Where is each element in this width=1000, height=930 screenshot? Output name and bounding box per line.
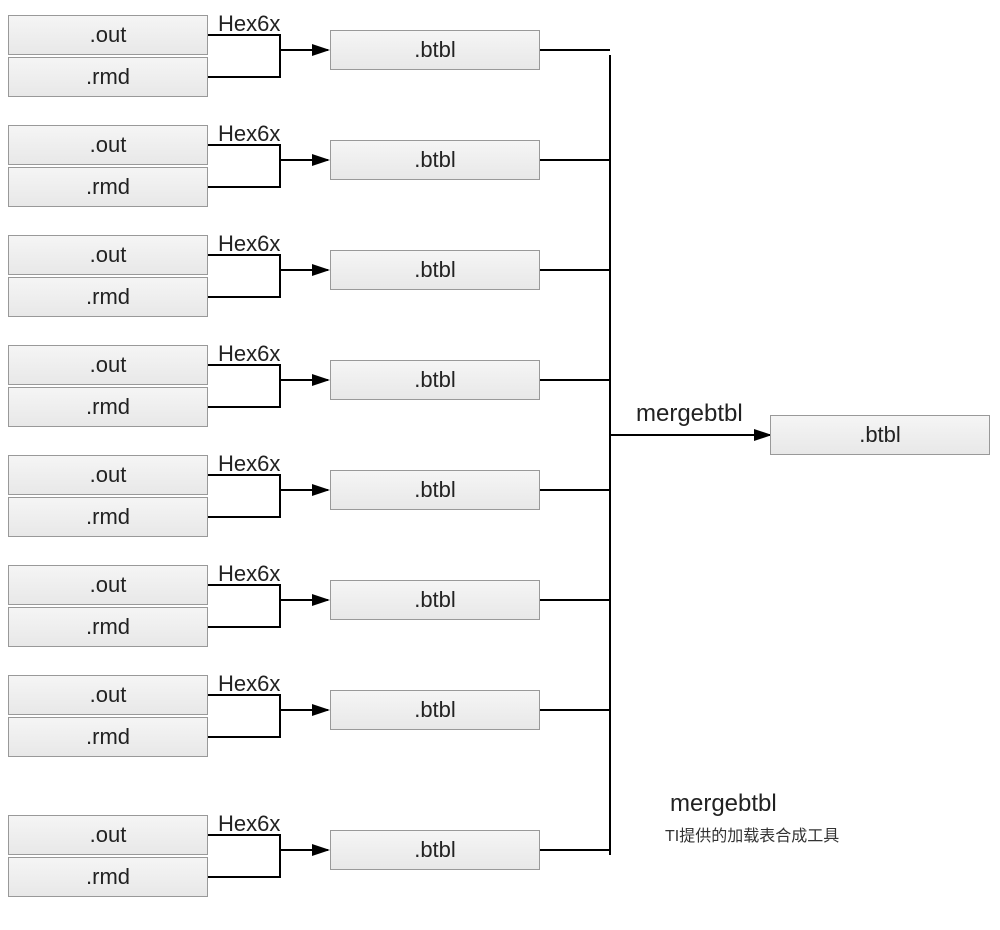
- hex6x-label: Hex6x: [218, 811, 280, 837]
- legend-title: mergebtbl: [670, 790, 777, 818]
- hex6x-label: Hex6x: [218, 231, 280, 257]
- btbl-intermediate-box: .btbl: [330, 140, 540, 180]
- out-file-box: .out: [8, 455, 208, 495]
- out-file-box: .out: [8, 675, 208, 715]
- btbl-intermediate-box: .btbl: [330, 580, 540, 620]
- out-file-box: .out: [8, 565, 208, 605]
- rmd-file-box: .rmd: [8, 607, 208, 647]
- hex6x-label: Hex6x: [218, 121, 280, 147]
- flow-diagram: .out.rmdHex6x.btbl.out.rmdHex6x.btbl.out…: [0, 0, 1000, 930]
- rmd-file-box: .rmd: [8, 277, 208, 317]
- rmd-file-box: .rmd: [8, 717, 208, 757]
- out-file-box: .out: [8, 235, 208, 275]
- legend-subtitle: TI提供的加载表合成工具: [665, 822, 839, 846]
- out-file-box: .out: [8, 125, 208, 165]
- btbl-intermediate-box: .btbl: [330, 360, 540, 400]
- btbl-intermediate-box: .btbl: [330, 690, 540, 730]
- rmd-file-box: .rmd: [8, 167, 208, 207]
- rmd-file-box: .rmd: [8, 857, 208, 897]
- final-btbl-box: .btbl: [770, 415, 990, 455]
- hex6x-label: Hex6x: [218, 341, 280, 367]
- hex6x-label: Hex6x: [218, 561, 280, 587]
- btbl-intermediate-box: .btbl: [330, 30, 540, 70]
- out-file-box: .out: [8, 15, 208, 55]
- out-file-box: .out: [8, 815, 208, 855]
- btbl-intermediate-box: .btbl: [330, 830, 540, 870]
- btbl-intermediate-box: .btbl: [330, 470, 540, 510]
- hex6x-label: Hex6x: [218, 11, 280, 37]
- hex6x-label: Hex6x: [218, 451, 280, 477]
- rmd-file-box: .rmd: [8, 57, 208, 97]
- merge-label: mergebtbl: [636, 400, 743, 428]
- rmd-file-box: .rmd: [8, 497, 208, 537]
- hex6x-label: Hex6x: [218, 671, 280, 697]
- rmd-file-box: .rmd: [8, 387, 208, 427]
- btbl-intermediate-box: .btbl: [330, 250, 540, 290]
- out-file-box: .out: [8, 345, 208, 385]
